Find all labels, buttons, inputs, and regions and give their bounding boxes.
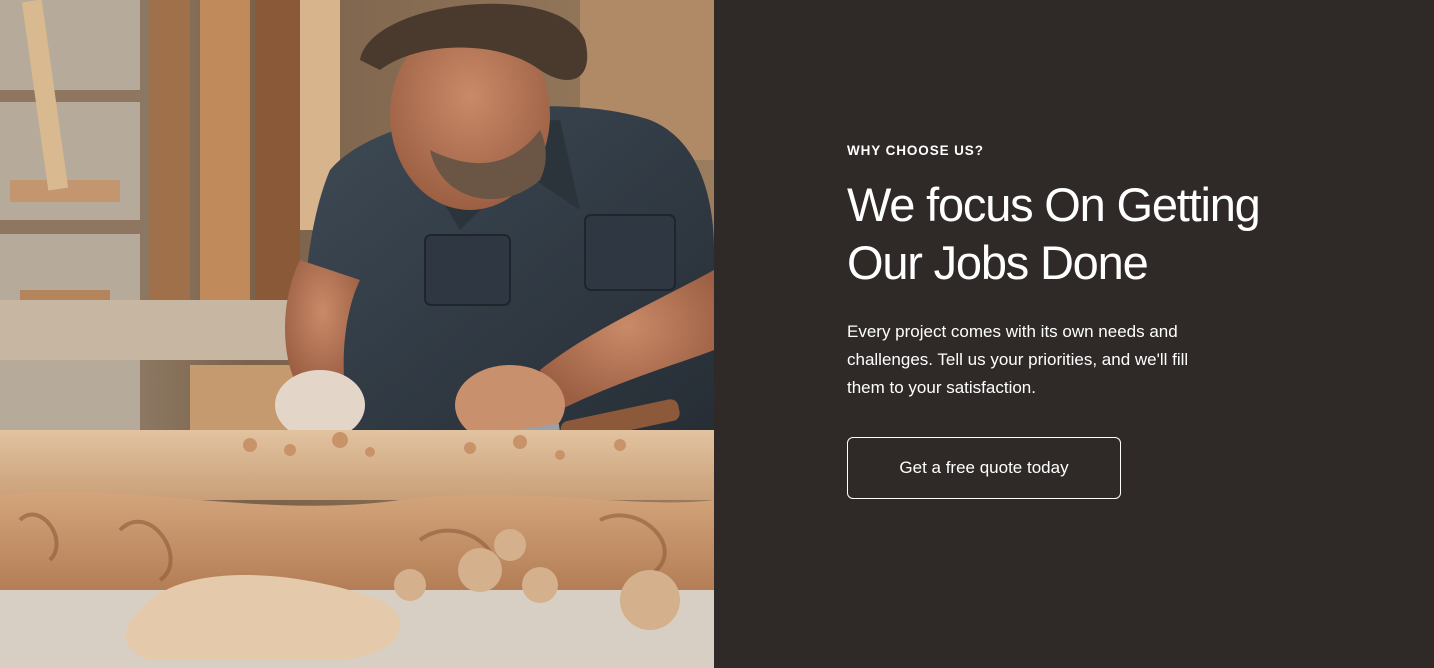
craftsman-photo xyxy=(0,0,714,668)
free-quote-button[interactable]: Get a free quote today xyxy=(847,437,1121,499)
section-description: Every project comes with its own needs a… xyxy=(847,322,1189,397)
section-eyebrow: WHY CHOOSE US? xyxy=(847,143,984,158)
craftsman-illustration xyxy=(0,0,714,668)
why-choose-us-section: WHY CHOOSE US? We focus On Getting Our J… xyxy=(0,0,1434,668)
heading-line-1: We focus On Getting xyxy=(847,178,1261,231)
content-panel: WHY CHOOSE US? We focus On Getting Our J… xyxy=(714,0,1434,668)
heading-line-2: Our Jobs Done xyxy=(847,236,1149,289)
section-heading: We focus On Getting Our Jobs Done xyxy=(847,176,1317,292)
